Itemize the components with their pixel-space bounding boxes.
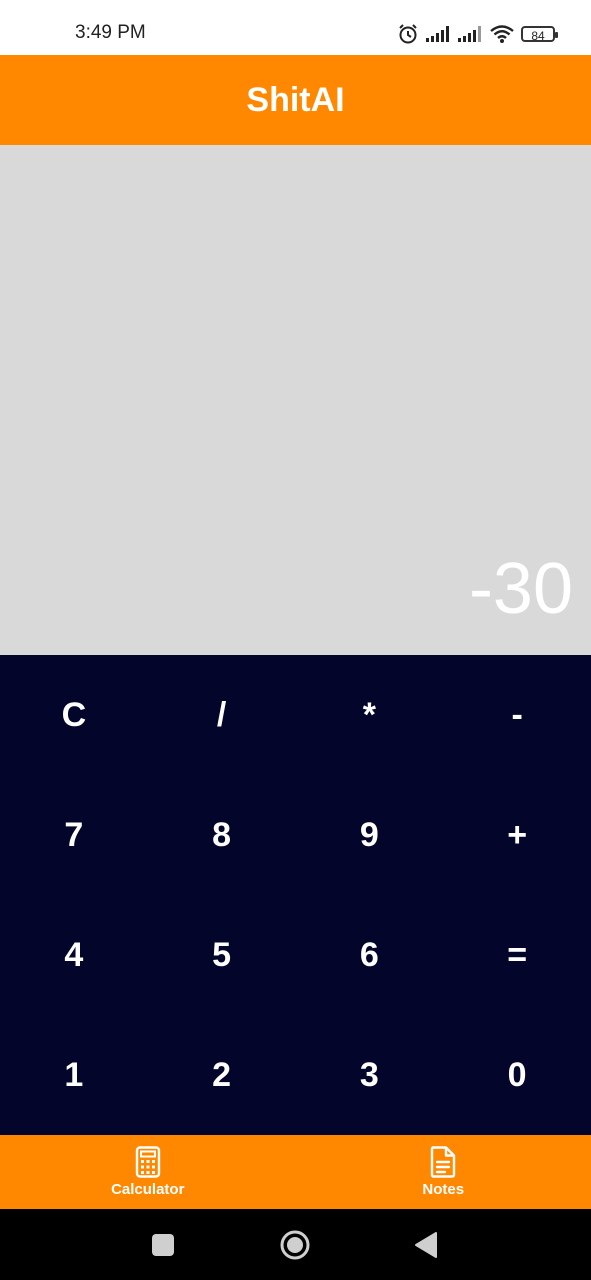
battery-level: 84 [531, 29, 545, 43]
wifi-icon [490, 25, 514, 43]
calculator-display: -30 [0, 145, 591, 655]
recent-apps-icon[interactable] [151, 1233, 175, 1257]
digit-1-button[interactable]: 1 [0, 1015, 148, 1135]
signal-icon [426, 26, 449, 42]
system-nav-bar [0, 1209, 591, 1280]
display-value: -30 [468, 549, 573, 629]
nav-item-notes[interactable]: Notes [296, 1135, 591, 1209]
digit-0-button[interactable]: 0 [443, 1015, 591, 1135]
status-time: 3:49 PM [75, 22, 146, 43]
home-icon[interactable] [279, 1229, 311, 1261]
divide-button[interactable]: / [148, 655, 296, 775]
document-icon [431, 1146, 456, 1178]
status-icons: 84 [397, 20, 558, 48]
digit-8-button[interactable]: 8 [148, 775, 296, 895]
alarm-icon [399, 24, 417, 44]
bottom-nav: Calculator Notes [0, 1135, 591, 1209]
digit-3-button[interactable]: 3 [296, 1015, 444, 1135]
digit-6-button[interactable]: 6 [296, 895, 444, 1015]
clear-button[interactable]: C [0, 655, 148, 775]
multiply-button[interactable]: * [296, 655, 444, 775]
digit-2-button[interactable]: 2 [148, 1015, 296, 1135]
subtract-button[interactable]: - [443, 655, 591, 775]
calculator-icon [135, 1146, 160, 1178]
digit-7-button[interactable]: 7 [0, 775, 148, 895]
status-bar: 3:49 PM 84 [0, 0, 591, 55]
equals-button[interactable]: = [443, 895, 591, 1015]
nav-label-calculator: Calculator [111, 1181, 185, 1198]
digit-4-button[interactable]: 4 [0, 895, 148, 1015]
nav-item-calculator[interactable]: Calculator [0, 1135, 296, 1209]
add-button[interactable]: + [443, 775, 591, 895]
app-title: ShitAI [246, 80, 345, 119]
app-bar: ShitAI [0, 55, 591, 145]
nav-label-notes: Notes [422, 1181, 465, 1198]
digit-5-button[interactable]: 5 [148, 895, 296, 1015]
keypad: C / * - 7 8 9 + 4 5 6 = 1 2 3 0 [0, 655, 591, 1135]
back-icon[interactable] [413, 1231, 439, 1259]
digit-9-button[interactable]: 9 [296, 775, 444, 895]
signal-icon [458, 26, 481, 42]
battery-icon: 84 [521, 26, 558, 43]
